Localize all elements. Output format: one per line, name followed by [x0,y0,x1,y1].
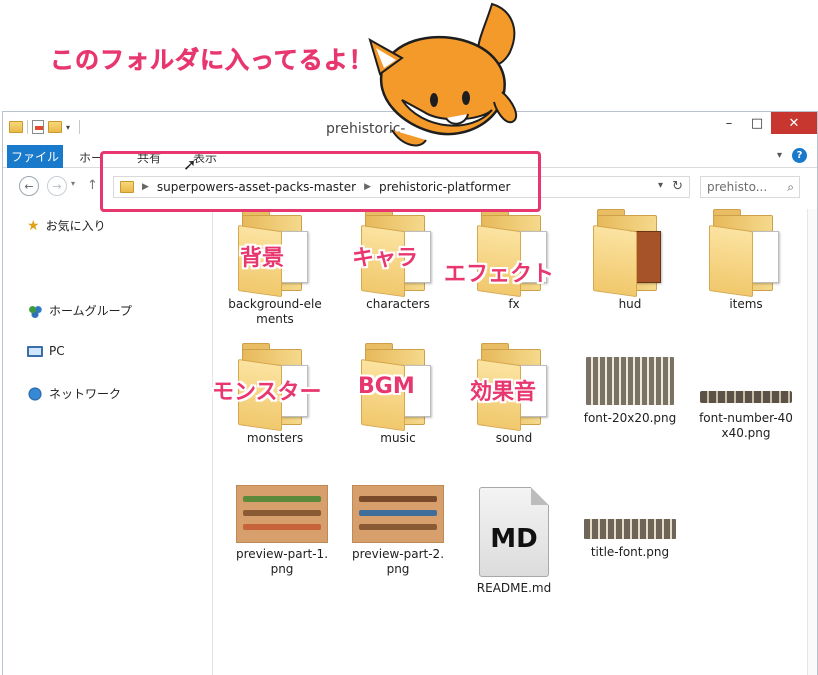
item-label: preview-part-1. png [235,547,329,576]
back-button[interactable]: ← [19,176,39,196]
ribbon-controls: ▾ ? [777,148,807,163]
search-input[interactable]: prehisto... ⌕ [700,176,800,198]
customize-toolbar-icon[interactable]: ▾ [66,123,75,132]
search-placeholder: prehisto... [707,180,768,194]
quick-access-toolbar: ▾ [9,120,80,134]
folder-icon [707,209,785,298]
item-label: README.md [476,581,552,595]
image-thumbnail [586,357,674,405]
mouse-cursor-icon: ➚ [183,155,197,174]
close-button[interactable]: ✕ [771,112,817,134]
item-label: font-20x20.png [583,411,677,425]
item-label: music [380,431,416,445]
item-label: font-number-40 x40.png [699,411,793,440]
item-label: hud [618,297,642,311]
annotation-background: 背景 [240,246,285,271]
markdown-file-icon: MD [479,487,549,577]
maximize-button[interactable]: □ [743,112,771,134]
navigation-pane: ★ お気に入り ホームグループ PC ネットワーク [3,209,213,675]
up-icon[interactable]: ↑ [87,178,98,193]
item-label: title-font.png [590,545,670,559]
refresh-icon[interactable]: ↻ [672,179,683,194]
minimize-button[interactable]: – [715,112,743,134]
star-icon: ★ [27,217,40,234]
nav-favorites[interactable]: ★ お気に入り [27,217,106,234]
nav-homegroup[interactable]: ホームグループ [27,302,132,319]
annotation-monsters: モンスター [212,380,322,405]
annotation-characters: キャラ [352,246,419,271]
homegroup-icon [27,303,43,318]
toolbar-divider [27,120,28,134]
expand-ribbon-icon[interactable]: ▾ [777,150,782,161]
nav-favorites-label: お気に入り [45,219,106,233]
annotation-sound: 効果音 [470,380,537,405]
image-thumbnail [236,485,328,543]
address-dropdown-icon[interactable]: ▾ [658,180,663,191]
item-label: characters [366,297,430,311]
folder-icon[interactable] [9,121,23,133]
forward-button[interactable]: → [47,176,67,196]
search-icon[interactable]: ⌕ [787,180,794,195]
nav-pc-label: PC [49,344,65,358]
nav-network-label: ネットワーク [49,387,122,401]
file-readme[interactable]: MD README.md [459,487,569,596]
toolbar-divider [79,120,80,134]
folder-hud[interactable]: hud [575,209,685,312]
nav-homegroup-label: ホームグループ [49,304,132,318]
md-badge: MD [490,524,538,554]
annotation-music: BGM [358,374,415,399]
image-thumbnail [700,391,792,403]
properties-icon[interactable] [32,120,44,134]
file-font-20x20[interactable]: font-20x20.png [575,343,685,426]
computer-icon [27,345,43,357]
tab-file[interactable]: ファイル [7,145,63,168]
folder-icon [591,209,669,298]
item-label: background-ele ments [228,297,322,326]
address-highlight-box [100,151,541,212]
item-label: monsters [246,431,304,445]
folder-items[interactable]: items [691,209,801,312]
nav-pc[interactable]: PC [27,344,65,358]
recent-locations-icon[interactable]: ▾ [71,179,75,188]
item-label: sound [495,431,533,445]
callout-text: このフォルダに入ってるよ！ [50,46,374,75]
image-thumbnail [584,519,676,539]
file-preview-part-1[interactable]: preview-part-1. png [227,475,337,577]
file-preview-part-2[interactable]: preview-part-2. png [343,475,453,577]
item-label: preview-part-2. png [351,547,445,576]
annotation-effects: エフェクト [444,262,555,287]
item-label: fx [508,297,520,311]
nav-network[interactable]: ネットワーク [27,385,121,402]
new-folder-icon[interactable] [48,121,62,133]
image-thumbnail [352,485,444,543]
network-icon [27,386,43,401]
help-icon[interactable]: ? [792,148,807,163]
file-font-number-40x40[interactable]: font-number-40 x40.png [691,343,801,441]
file-title-font[interactable]: title-font.png [575,475,685,560]
fox-mascot-illustration [368,2,518,147]
item-label: items [729,297,763,311]
